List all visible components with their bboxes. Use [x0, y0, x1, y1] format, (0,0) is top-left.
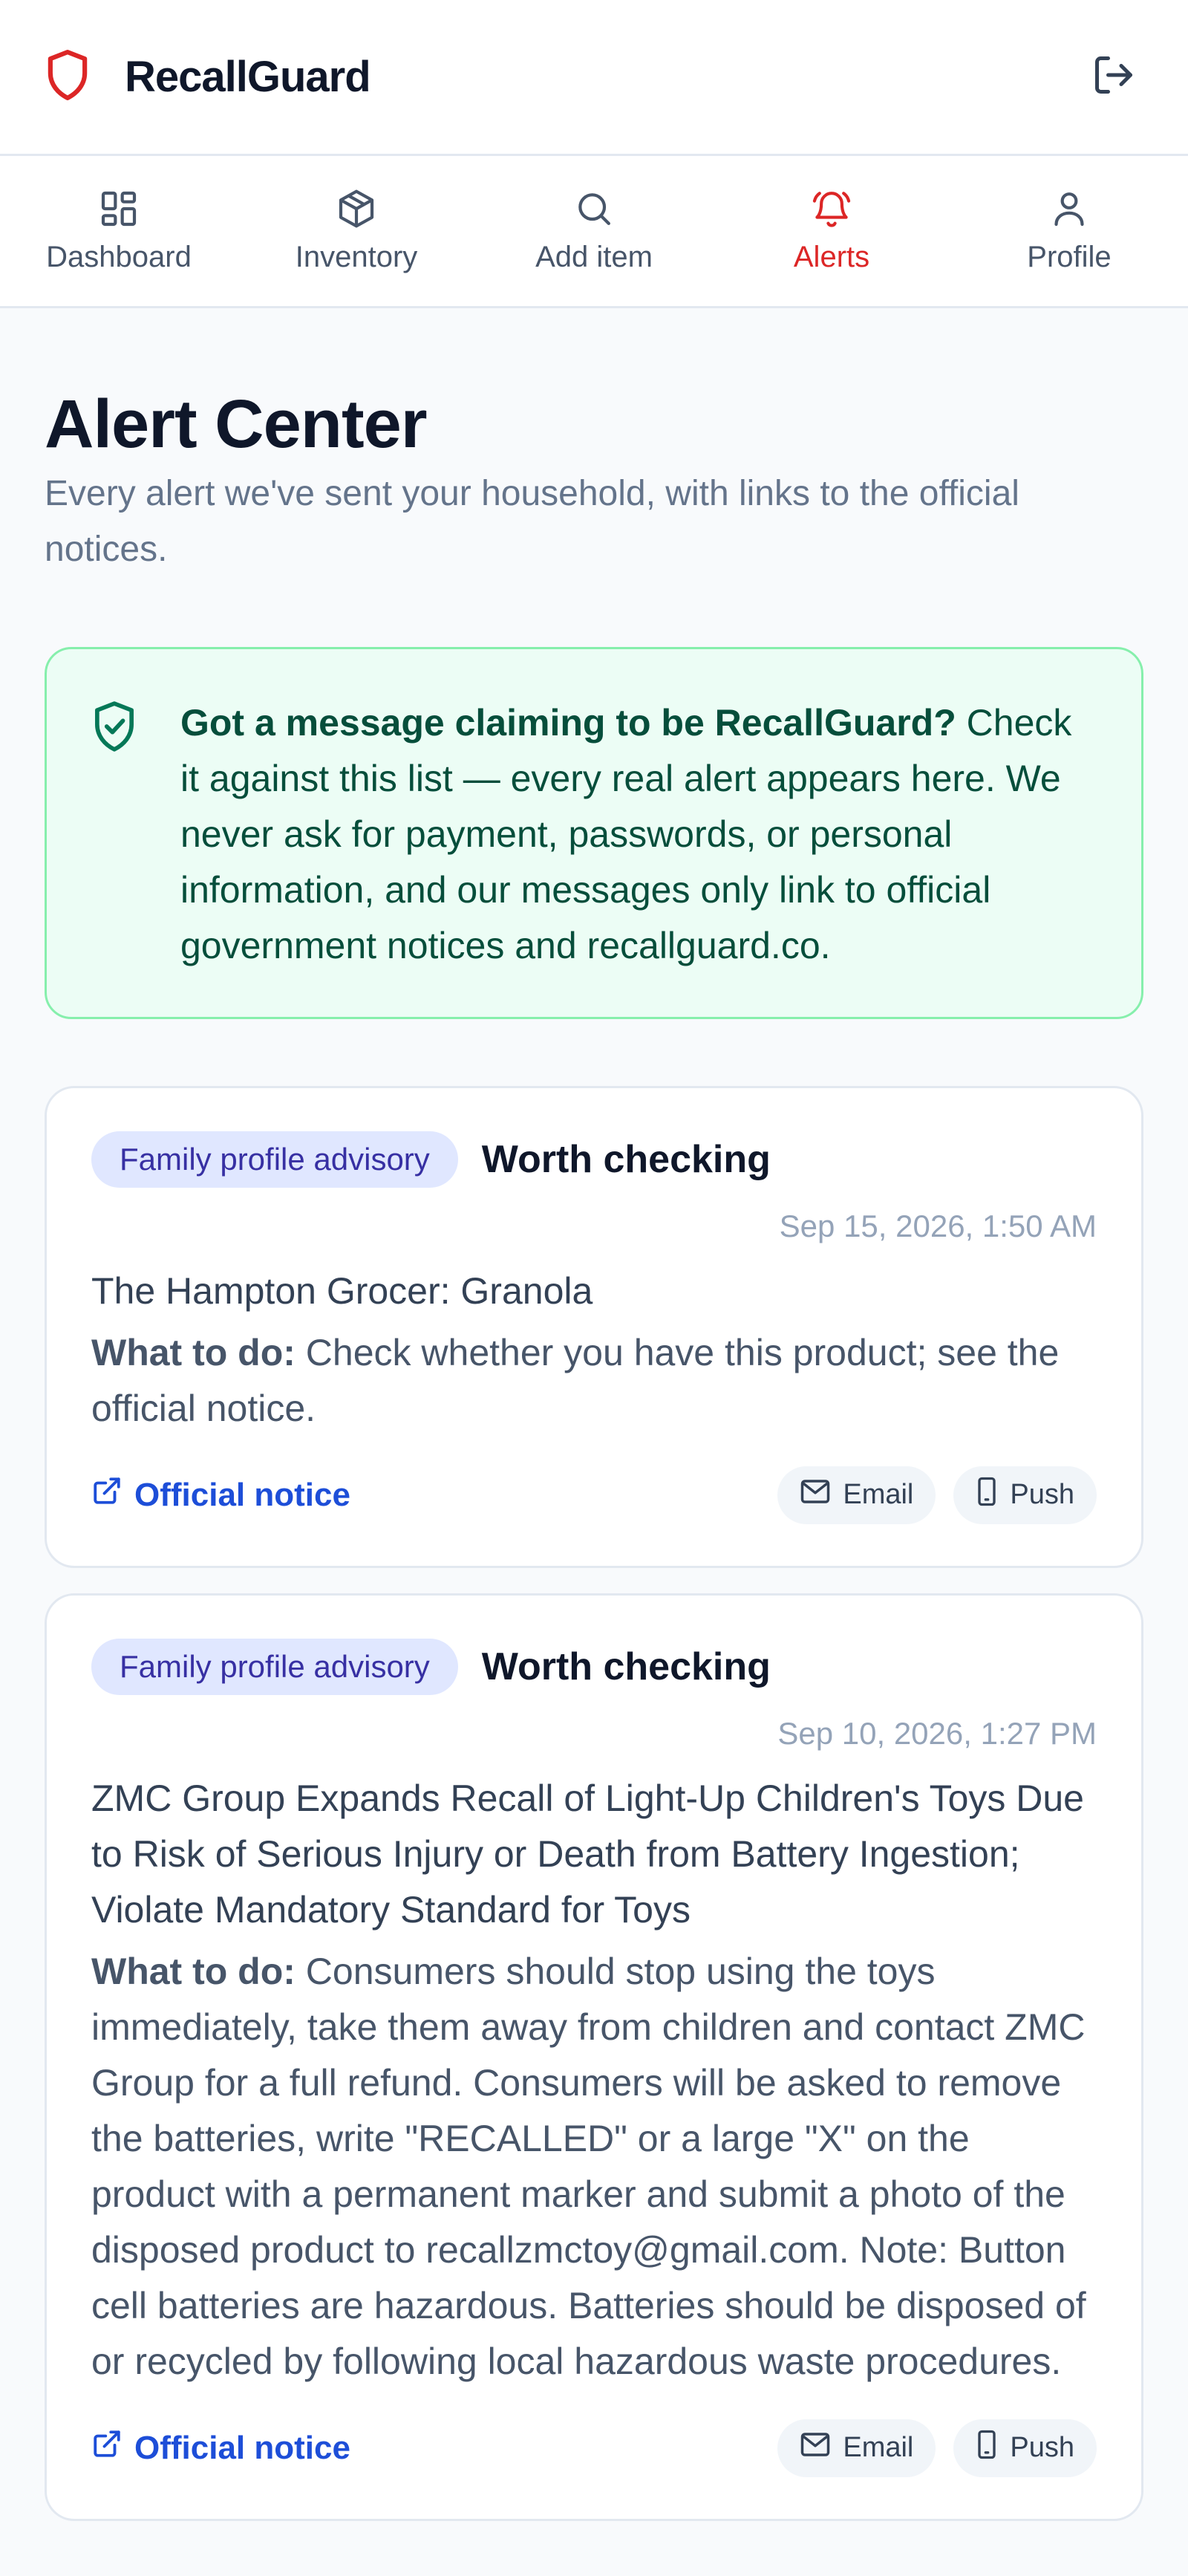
- logout-button[interactable]: [1084, 48, 1143, 107]
- official-notice-link[interactable]: Official notice: [91, 2428, 350, 2468]
- alert-title: The Hampton Grocer: Granola: [91, 1269, 593, 1312]
- mail-icon: [800, 1478, 831, 1512]
- channel-label: Email: [843, 2432, 914, 2464]
- tab-label: Profile: [1027, 241, 1112, 273]
- channel-push-chip: Push: [953, 1466, 1097, 1524]
- alert-card: Family profile advisory Worth checking S…: [45, 1085, 1143, 1568]
- official-notice-label: Official notice: [134, 2429, 350, 2466]
- alert-severity: Worth checking: [481, 1137, 771, 1181]
- alert-card-header: Family profile advisory Worth checking: [91, 1638, 1097, 1695]
- alert-channels: Email Push: [777, 1466, 1097, 1524]
- channel-push-chip: Push: [953, 2419, 1097, 2477]
- alert-card-footer: Official notice Email Push: [91, 2419, 1097, 2477]
- tab-label: Add item: [535, 241, 653, 273]
- channel-label: Push: [1010, 2432, 1074, 2464]
- top-bar: RecallGuard: [0, 0, 1188, 156]
- alert-tag: Family profile advisory: [91, 1131, 458, 1188]
- action-label: What to do:: [91, 1331, 296, 1373]
- official-notice-label: Official notice: [134, 1476, 350, 1513]
- alert-severity: Worth checking: [481, 1645, 771, 1688]
- alert-action: What to do: Consumers should stop using …: [91, 1944, 1097, 2390]
- shield-logo-icon: [45, 48, 91, 105]
- channel-label: Email: [843, 1479, 914, 1511]
- alert-tag: Family profile advisory: [91, 1638, 458, 1695]
- page-subtitle: Every alert we've sent your household, w…: [45, 474, 1019, 569]
- logout-icon: [1091, 53, 1136, 101]
- external-link-icon: [91, 2428, 123, 2468]
- alert-action: What to do: Check whether you have this …: [91, 1325, 1097, 1437]
- main-nav: Dashboard Inventory Add item Alerts Prof…: [0, 156, 1188, 308]
- tab-label: Alerts: [793, 241, 870, 273]
- action-label: What to do:: [91, 1950, 296, 1992]
- notice-heading: Got a message claiming to be RecallGuard…: [180, 701, 956, 744]
- mail-icon: [800, 2431, 831, 2465]
- tab-dashboard[interactable]: Dashboard: [0, 156, 238, 306]
- alert-card: Family profile advisory Worth checking S…: [45, 1593, 1143, 2521]
- tab-label: Inventory: [295, 241, 418, 273]
- phone-icon: [976, 2430, 998, 2467]
- alert-card-header: Family profile advisory Worth checking: [91, 1131, 1097, 1188]
- main-content: Alert Center Every alert we've sent your…: [0, 386, 1188, 2521]
- tab-add-item[interactable]: Add item: [475, 156, 713, 306]
- notice-text: Got a message claiming to be RecallGuard…: [180, 695, 1097, 974]
- page-title: Alert Center: [45, 386, 428, 462]
- box-icon: [336, 188, 377, 233]
- alert-date: Sep 15, 2026, 1:50 AM: [779, 1208, 1097, 1243]
- bell-icon: [809, 188, 854, 233]
- brand[interactable]: RecallGuard: [45, 48, 371, 105]
- tab-inventory[interactable]: Inventory: [238, 156, 475, 306]
- channel-email-chip: Email: [777, 1466, 936, 1524]
- search-icon: [573, 188, 615, 233]
- app-name: RecallGuard: [125, 53, 371, 101]
- user-icon: [1048, 188, 1090, 233]
- alert-title: ZMC Group Expands Recall of Light-Up Chi…: [91, 1777, 1084, 1931]
- page: RecallGuard Dashboard Inventory Add item…: [0, 0, 1188, 2576]
- shield-check-icon: [91, 695, 145, 974]
- alert-date: Sep 10, 2026, 1:27 PM: [777, 1715, 1097, 1751]
- official-notice-link[interactable]: Official notice: [91, 1475, 350, 1515]
- dashboard-icon: [98, 188, 140, 233]
- alert-card-footer: Official notice Email Push: [91, 1466, 1097, 1524]
- channel-email-chip: Email: [777, 2419, 936, 2477]
- tab-profile[interactable]: Profile: [950, 156, 1188, 306]
- phone-icon: [976, 1477, 998, 1514]
- action-text: Consumers should stop using the toys imm…: [91, 1950, 1086, 2382]
- anti-phishing-notice: Got a message claiming to be RecallGuard…: [45, 646, 1143, 1019]
- tab-alerts[interactable]: Alerts: [713, 156, 950, 306]
- alert-channels: Email Push: [777, 2419, 1097, 2477]
- tab-label: Dashboard: [46, 241, 192, 273]
- external-link-icon: [91, 1475, 123, 1515]
- channel-label: Push: [1010, 1479, 1074, 1511]
